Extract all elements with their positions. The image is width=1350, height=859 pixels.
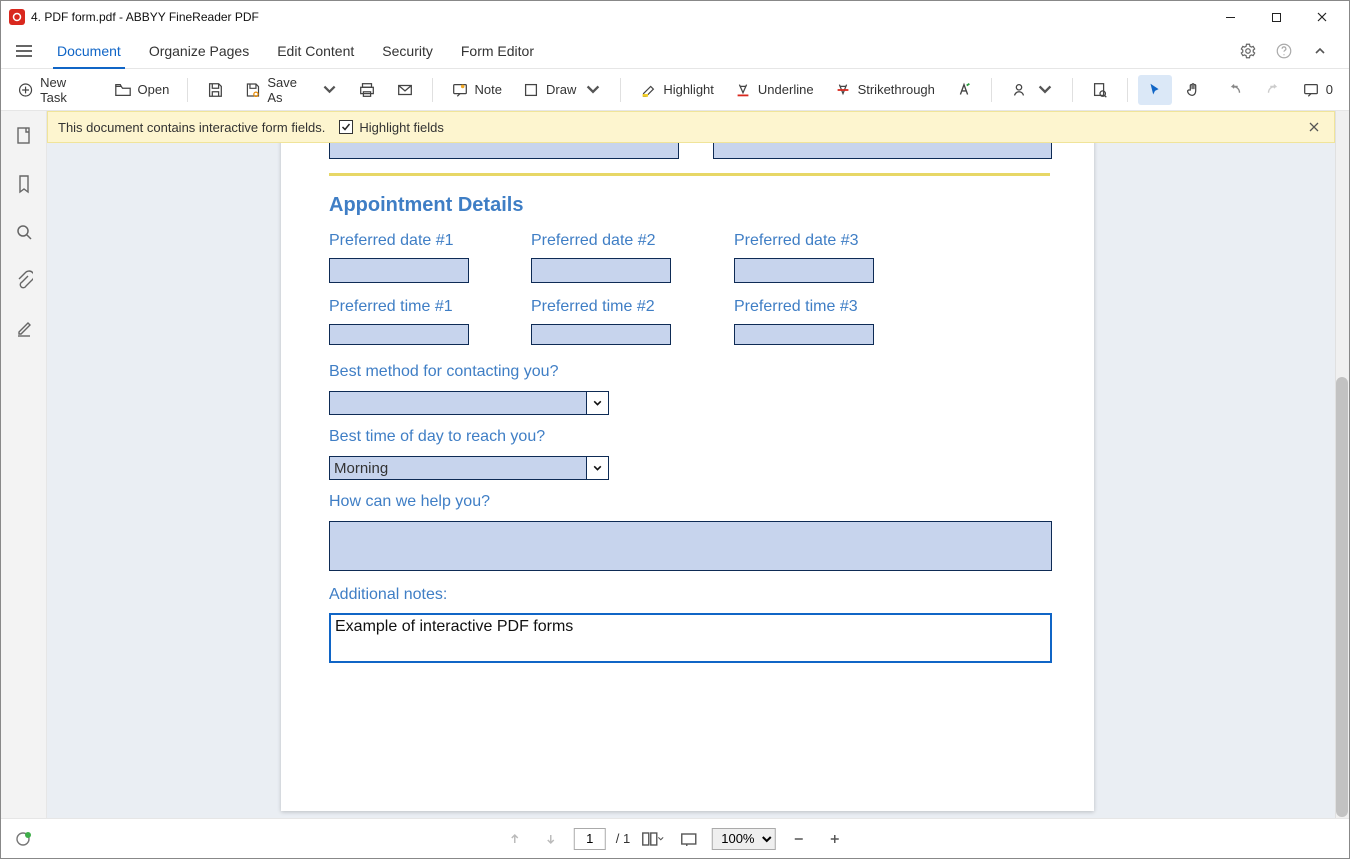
text-style-button[interactable]: [947, 75, 981, 105]
collapse-ribbon-icon[interactable]: [1307, 38, 1333, 64]
new-task-button[interactable]: New Task: [9, 75, 102, 105]
underline-label: Underline: [758, 82, 814, 97]
pd3-label: Preferred date #3: [734, 232, 859, 250]
scrollbar-thumb[interactable]: [1336, 377, 1348, 817]
draw-button[interactable]: Draw: [514, 75, 610, 105]
form-fields-notice: This document contains interactive form …: [47, 111, 1335, 143]
save-as-label: Save As: [267, 75, 312, 105]
pd1-field[interactable]: [329, 258, 469, 283]
zoom-select[interactable]: 100%: [712, 828, 776, 850]
pd2-field[interactable]: [531, 258, 671, 283]
ocr-button[interactable]: [1083, 75, 1117, 105]
highlight-label: Highlight: [663, 82, 714, 97]
content-area: This document contains interactive form …: [47, 111, 1349, 818]
highlight-button[interactable]: Highlight: [631, 75, 722, 105]
statusbar: / 1 100%: [1, 818, 1349, 858]
pd2-label: Preferred date #2: [531, 232, 656, 250]
underline-button[interactable]: Underline: [726, 75, 822, 105]
titlebar: 4. PDF form.pdf - ABBYY FineReader PDF: [1, 1, 1349, 33]
print-button[interactable]: [350, 75, 384, 105]
open-button[interactable]: Open: [106, 75, 178, 105]
pd1-label: Preferred date #1: [329, 232, 454, 250]
chevron-down-icon: [586, 392, 608, 414]
tab-form-editor[interactable]: Form Editor: [447, 33, 548, 69]
minimize-button[interactable]: [1207, 1, 1253, 33]
strikethrough-label: Strikethrough: [858, 82, 935, 97]
comments-button[interactable]: 0: [1294, 75, 1341, 105]
contact-method-label: Best method for contacting you?: [329, 363, 558, 381]
zoom-in-button[interactable]: [822, 826, 848, 852]
settings-icon[interactable]: [1235, 38, 1261, 64]
next-page-button[interactable]: [538, 826, 564, 852]
best-time-select[interactable]: Morning: [329, 456, 609, 480]
save-as-button[interactable]: Save As: [236, 75, 345, 105]
pdf-page: Phone number Email address Appointment D…: [281, 111, 1094, 811]
help-label: How can we help you?: [329, 493, 490, 511]
help-field[interactable]: [329, 521, 1052, 571]
email-button[interactable]: [388, 75, 422, 105]
best-time-value: Morning: [334, 460, 388, 477]
window-title: 4. PDF form.pdf - ABBYY FineReader PDF: [31, 10, 1207, 24]
pt1-field[interactable]: [329, 324, 469, 345]
tab-document[interactable]: Document: [43, 33, 135, 69]
chevron-down-icon: [586, 457, 608, 479]
best-time-label: Best time of day to reach you?: [329, 428, 545, 446]
pt3-field[interactable]: [734, 324, 874, 345]
background-task-icon[interactable]: [1, 829, 47, 849]
fit-page-button[interactable]: [676, 826, 702, 852]
help-icon[interactable]: [1271, 38, 1297, 64]
undo-button[interactable]: [1218, 75, 1252, 105]
notes-label: Additional notes:: [329, 586, 447, 604]
search-panel-icon[interactable]: [9, 217, 39, 247]
redo-button[interactable]: [1256, 75, 1290, 105]
save-button[interactable]: [198, 75, 232, 105]
attachments-icon[interactable]: [9, 265, 39, 295]
fit-width-button[interactable]: [640, 826, 666, 852]
pages-panel-icon[interactable]: [9, 121, 39, 151]
close-button[interactable]: [1299, 1, 1345, 33]
page-number-input[interactable]: [574, 828, 606, 850]
notes-value: Example of interactive PDF forms: [335, 618, 573, 635]
tab-organize-pages[interactable]: Organize Pages: [135, 33, 263, 69]
highlight-fields-checkbox[interactable]: [339, 120, 353, 134]
pointer-tool[interactable]: [1138, 75, 1172, 105]
signature-button[interactable]: [1002, 75, 1062, 105]
note-label: Note: [475, 82, 502, 97]
pt2-field[interactable]: [531, 324, 671, 345]
app-icon: [9, 9, 25, 25]
section-title: Appointment Details: [329, 194, 523, 217]
pt1-label: Preferred time #1: [329, 298, 453, 316]
pd3-field[interactable]: [734, 258, 874, 283]
divider: [329, 173, 1050, 176]
notice-close-icon[interactable]: [1304, 117, 1324, 137]
strikethrough-button[interactable]: Strikethrough: [826, 75, 943, 105]
pt3-label: Preferred time #3: [734, 298, 858, 316]
draw-label: Draw: [546, 82, 576, 97]
open-label: Open: [138, 82, 170, 97]
page-total: / 1: [616, 831, 630, 846]
tab-security[interactable]: Security: [368, 33, 447, 69]
hamburger-menu[interactable]: [7, 44, 41, 58]
prev-page-button[interactable]: [502, 826, 528, 852]
menubar: Document Organize Pages Edit Content Sec…: [1, 33, 1349, 69]
maximize-button[interactable]: [1253, 1, 1299, 33]
toolbar: New Task Open Save As Note Draw Highligh…: [1, 69, 1349, 111]
scrollbar-track[interactable]: [1335, 111, 1349, 818]
new-task-label: New Task: [40, 75, 93, 105]
note-button[interactable]: Note: [443, 75, 510, 105]
bookmarks-icon[interactable]: [9, 169, 39, 199]
hand-tool[interactable]: [1176, 75, 1210, 105]
notice-text: This document contains interactive form …: [58, 120, 325, 135]
pt2-label: Preferred time #2: [531, 298, 655, 316]
left-rail: [1, 111, 47, 818]
comments-count: 0: [1326, 82, 1333, 97]
signatures-panel-icon[interactable]: [9, 313, 39, 343]
highlight-fields-label: Highlight fields: [359, 120, 444, 135]
contact-method-select[interactable]: [329, 391, 609, 415]
zoom-out-button[interactable]: [786, 826, 812, 852]
notes-field[interactable]: Example of interactive PDF forms: [329, 613, 1052, 663]
tab-edit-content[interactable]: Edit Content: [263, 33, 368, 69]
